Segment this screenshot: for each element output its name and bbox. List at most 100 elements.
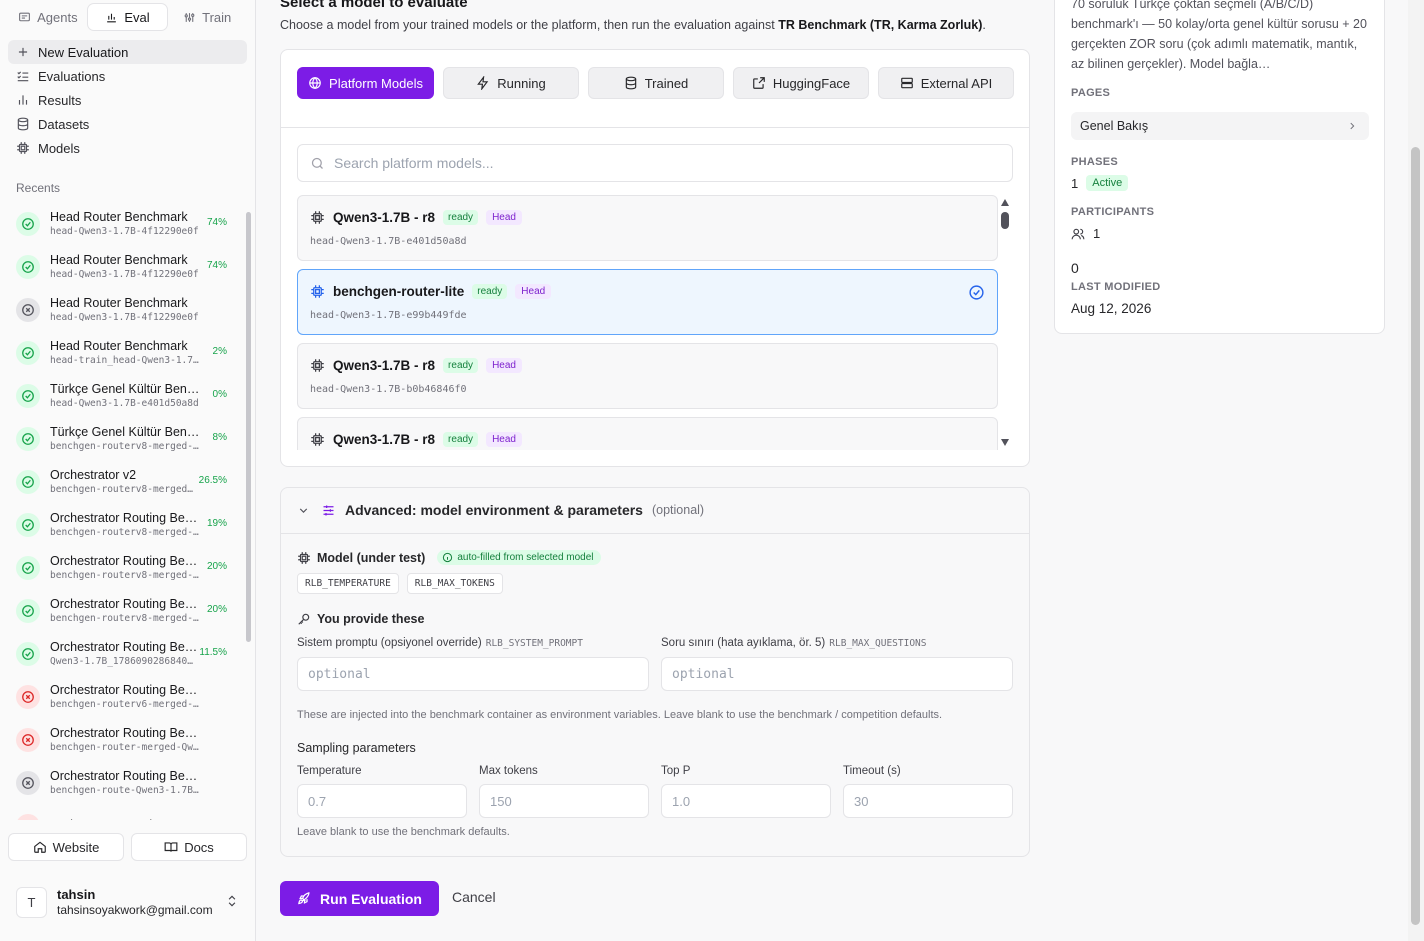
advanced-toggle[interactable]: Advanced: model environment & parameters… <box>297 502 704 518</box>
bar-chart-icon <box>18 95 28 105</box>
sidebar-nav: New Evaluation Evaluations Results Datas… <box>8 40 247 160</box>
sliders-icon <box>184 12 195 22</box>
model-list: Qwen3-1.7B - r8 ready Head head-Qwen3-1.7B-… <box>297 195 999 450</box>
recent-title: Head Router Benchmark <box>50 339 188 353</box>
type-badge: Head <box>515 284 552 299</box>
recent-title: Orchestrator Routing Be… <box>50 640 198 654</box>
tab-train-label: Train <box>202 9 232 25</box>
model-card[interactable]: Qwen3-1.7B - r8 ready Head head-Qwen3-1.7B-… <box>297 343 998 409</box>
tab-agents[interactable]: Agents <box>8 4 88 30</box>
run-evaluation-button[interactable]: Run Evaluation <box>280 881 439 916</box>
model-list-scrollbar[interactable] <box>1001 195 1011 450</box>
sidebar-scrollbar[interactable] <box>245 200 253 820</box>
recent-item[interactable]: Türkçe Genel Kültür Bench… benchgen-route… <box>8 417 243 460</box>
recent-title: Orchestrator Routing Benchm… <box>50 726 204 740</box>
sidebar-item-datasets[interactable]: Datasets <box>8 112 247 136</box>
recent-item[interactable]: Orchestrator Routing Be… benchgen-routerv… <box>8 546 243 589</box>
temperature-input[interactable]: 0.7 <box>297 784 467 818</box>
scroll-up-arrow[interactable] <box>1001 199 1009 206</box>
recent-item[interactable]: Orchestrator v2 benchgen-routerv8-merged…… <box>8 460 243 503</box>
rocket-icon <box>298 892 310 905</box>
recent-item[interactable]: Orchestrator Routing Benchm… <box>8 804 243 820</box>
max-questions-input[interactable]: optional <box>661 657 1013 691</box>
recent-text: Head Router Benchmark head-Qwen3-1.7B-4f1… <box>50 253 204 280</box>
tab-external-api[interactable]: External API <box>878 67 1014 99</box>
type-badge: Head <box>486 210 522 225</box>
recent-item[interactable]: Orchestrator Routing Ben… benchgen-router… <box>8 503 243 546</box>
tab-agents-label: Agents <box>37 9 78 25</box>
recent-item[interactable]: Türkçe Genel Kültür Bench… head-Qwen3-1.7… <box>8 374 243 417</box>
system-prompt-input[interactable]: optional <box>297 657 649 691</box>
tab-platform-models[interactable]: Platform Models <box>297 67 434 99</box>
recent-item[interactable]: Orchestrator Routing Be… Qwen3-1.7B_17860… <box>8 632 243 675</box>
max-tokens-input[interactable]: 150 <box>479 784 649 818</box>
recent-item[interactable]: Orchestrator Routing Be… benchgen-routerv… <box>8 589 243 632</box>
top-p-input[interactable]: 1.0 <box>661 784 831 818</box>
sidebar-item-new-evaluation[interactable]: New Evaluation <box>8 40 247 64</box>
check-circle-icon <box>16 512 40 537</box>
recent-item[interactable]: Head Router Benchmark head-Qwen3-1.7B-4f1… <box>8 202 243 245</box>
count-value: 0 <box>1071 260 1079 276</box>
scroll-thumb[interactable] <box>1001 212 1009 229</box>
sidebar-item-label: Models <box>38 140 80 156</box>
recent-text: Türkçe Genel Kültür Bench… benchgen-route… <box>50 425 204 452</box>
tab-train[interactable]: Train <box>167 4 247 30</box>
recent-model-id: head-Qwen3-1.7B-e401d50a8d <box>50 398 199 409</box>
user-menu[interactable]: T tahsin tahsinsoyakwork@gmail.com <box>8 878 247 926</box>
sidebar-item-results[interactable]: Results <box>8 88 247 112</box>
recent-title: Orchestrator Routing Benchm… <box>50 769 204 783</box>
scroll-down-arrow[interactable] <box>1001 439 1009 446</box>
tab-label: Running <box>497 75 546 91</box>
page-link-genel-bakis[interactable]: Genel Bakış <box>1071 112 1369 140</box>
sidebar-item-models[interactable]: Models <box>8 136 247 160</box>
recent-title: Orchestrator Routing Benchm… <box>50 683 204 697</box>
sidebar-scroll-thumb[interactable] <box>246 212 251 642</box>
recent-item[interactable]: Head Router Benchmark head-Qwen3-1.7B-4f1… <box>8 245 243 288</box>
model-card[interactable]: Qwen3-1.7B - r8 ready Head <box>297 417 998 450</box>
recent-model-id: benchgen-routerv8-merged-Q… <box>50 441 204 452</box>
check-circle-icon <box>16 598 40 623</box>
search-box <box>297 144 1013 182</box>
recent-title: Orchestrator Routing Benchm… <box>50 818 204 821</box>
tab-trained[interactable]: Trained <box>588 67 724 99</box>
cancel-button[interactable]: Cancel <box>452 889 496 905</box>
chip-icon <box>311 211 324 224</box>
tab-huggingface[interactable]: HuggingFace <box>733 67 869 99</box>
model-under-test-label: Model (under test) <box>317 550 426 565</box>
env-chip: RLB_TEMPERATURE <box>297 573 399 594</box>
search-input[interactable] <box>334 155 934 171</box>
recent-item[interactable]: Orchestrator Routing Benchm… benchgen-rou… <box>8 675 243 718</box>
recent-item[interactable]: Orchestrator Routing Benchm… benchgen-rou… <box>8 761 243 804</box>
page-link-label: Genel Bakış <box>1080 119 1149 133</box>
recent-item[interactable]: Head Router Benchmark head-Qwen3-1.7B-4f1… <box>8 288 243 331</box>
sidebar-item-label: Evaluations <box>38 68 106 84</box>
model-header: Qwen3-1.7B - r8 ready Head <box>310 358 522 373</box>
model-card[interactable]: benchgen-router-lite ready Head head-Qwen3-… <box>297 269 998 335</box>
tab-running[interactable]: Running <box>443 67 579 99</box>
participants-heading: PARTICIPANTS <box>1071 206 1155 218</box>
recent-title: Head Router Benchmark <box>50 296 188 310</box>
website-button[interactable]: Website <box>8 833 124 861</box>
recent-item[interactable]: Orchestrator Routing Benchm… benchgen-rou… <box>8 718 243 761</box>
sidebar-item-evaluations[interactable]: Evaluations <box>8 64 247 88</box>
user-info: tahsin tahsinsoyakwork@gmail.com <box>57 887 213 917</box>
tab-eval[interactable]: Eval <box>87 4 168 30</box>
docs-button[interactable]: Docs <box>131 833 247 861</box>
field-label-text: Soru sınırı (hata ayıklama, ör. 5) <box>661 637 826 649</box>
max-tokens-label: Max tokens <box>479 765 538 777</box>
model-card[interactable]: Qwen3-1.7B - r8 ready Head head-Qwen3-1.7B-… <box>297 195 998 261</box>
check-circle-icon <box>16 469 40 494</box>
model-header: Qwen3-1.7B - r8 ready Head <box>310 210 522 225</box>
page-scroll-thumb[interactable] <box>1411 147 1420 925</box>
chip-icon <box>311 433 324 446</box>
sidebar: Agents Eval Train New Evaluation Evaluat… <box>0 0 256 941</box>
recents-list: Head Router Benchmark head-Qwen3-1.7B-4f1… <box>8 202 243 820</box>
check-circle-icon <box>16 383 40 408</box>
page-scrollbar[interactable] <box>1408 0 1424 941</box>
recent-item[interactable]: Head Router Benchmark head-train_head-Qwe… <box>8 331 243 374</box>
key-icon <box>298 613 310 625</box>
recent-model-id: benchgen-route-Qwen3-1.7B_17860… <box>50 785 204 796</box>
recent-text: Orchestrator Routing Be… Qwen3-1.7B_17860… <box>50 640 204 667</box>
timeout-input[interactable]: 30 <box>843 784 1013 818</box>
model-id: head-Qwen3-1.7B-e401d50a8d <box>310 236 467 247</box>
